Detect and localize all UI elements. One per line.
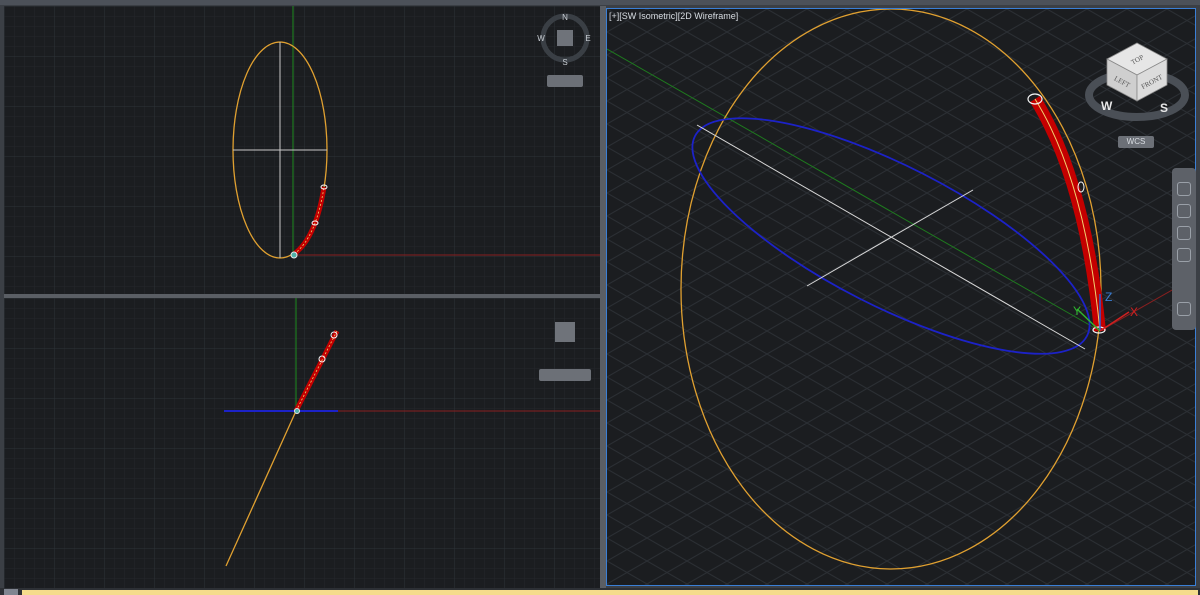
ucs-menu-button-front[interactable] (539, 369, 591, 381)
pan-icon[interactable] (1177, 204, 1191, 218)
ucs-z-label: Z (1105, 290, 1112, 304)
wcs-button[interactable]: WCS (1118, 136, 1154, 148)
ucs-menu-button-top[interactable] (547, 75, 583, 87)
ucs-x-label: X (1130, 305, 1138, 319)
ribbon-edge (0, 0, 1200, 5)
svg-text:N: N (562, 13, 568, 22)
viewport-label[interactable]: [+][SW Isometric][2D Wireframe] (609, 11, 738, 21)
compass-w-label: W (1101, 99, 1113, 113)
viewport-sw-isometric[interactable]: Z Y X TOP LEFT FRONT W S [+][SW Isometri… (606, 8, 1196, 586)
viewport-front[interactable] (4, 298, 600, 588)
grip-point[interactable] (290, 251, 298, 259)
grid-iso: Z Y X TOP LEFT FRONT W S (607, 9, 1195, 585)
svg-text:W: W (537, 34, 545, 43)
ucs-y-label: Y (1073, 304, 1081, 318)
svg-text:E: E (585, 34, 590, 43)
compass-s-label: S (1160, 101, 1168, 115)
zoom-icon[interactable] (1177, 226, 1191, 240)
grip-point[interactable] (294, 408, 300, 414)
full-navigation-wheel-icon[interactable] (1177, 182, 1191, 196)
command-line-icon[interactable] (4, 589, 18, 595)
grid-front (4, 298, 600, 588)
orbit-icon[interactable] (1177, 248, 1191, 262)
navigation-bar[interactable] (1172, 168, 1196, 330)
viewport-top[interactable]: N S W E (4, 6, 600, 294)
viewcube-front-icon[interactable] (555, 322, 575, 342)
svg-text:S: S (562, 58, 567, 67)
showmotion-icon[interactable] (1177, 302, 1191, 316)
grid-top: N S W E (4, 6, 600, 294)
command-line[interactable] (22, 590, 1198, 595)
